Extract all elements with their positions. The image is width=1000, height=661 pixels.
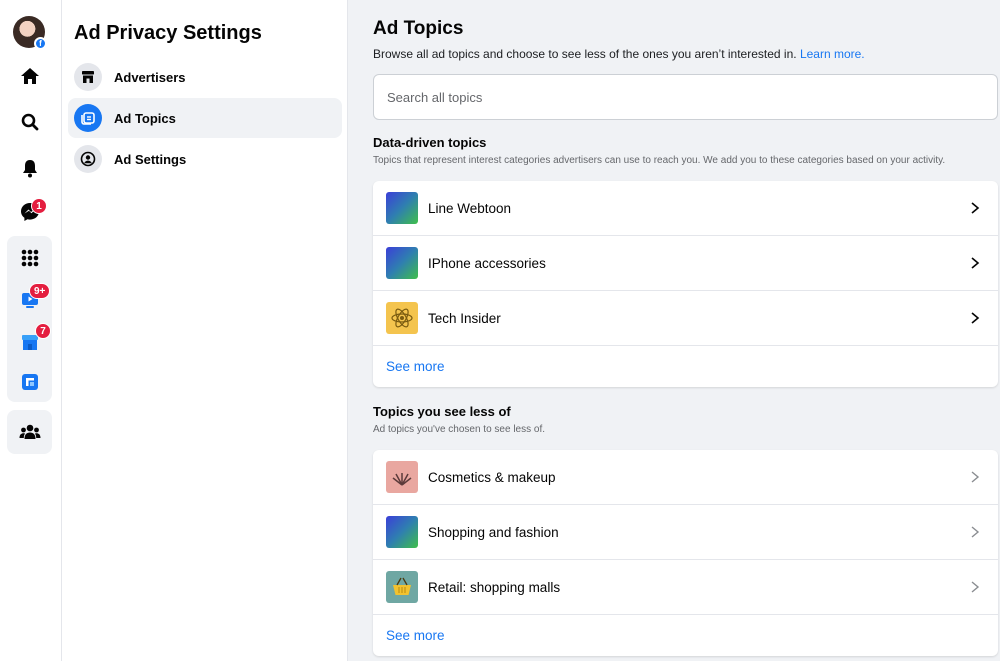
section-title-data-driven: Data-driven topics: [373, 135, 487, 150]
topic-thumbnail: [386, 192, 418, 224]
topic-row-iphone-accessories[interactable]: IPhone accessories: [373, 236, 998, 291]
groups-button[interactable]: [8, 412, 52, 452]
search-icon: [21, 113, 39, 131]
intro-text: Browse all ad topics and choose to see l…: [373, 47, 865, 61]
chevron-right-icon: [971, 581, 980, 593]
atom-icon: [386, 302, 418, 334]
facebook-logo-icon: f: [34, 37, 47, 50]
chevron-right-icon: [971, 202, 980, 214]
shopping-basket-icon: [386, 571, 418, 603]
makeup-brush-icon: [386, 461, 418, 493]
chevron-right-icon: [971, 257, 980, 269]
messenger-badge: 1: [31, 198, 47, 214]
topic-label: IPhone accessories: [428, 255, 546, 271]
nav-item-ad-topics[interactable]: Ad Topics: [68, 98, 342, 138]
chevron-right-icon: [971, 526, 980, 538]
storefront-icon: [74, 63, 102, 91]
groups-icon: [19, 424, 41, 439]
topic-label: Cosmetics & makeup: [428, 469, 556, 485]
search-topics-input[interactable]: [373, 74, 998, 120]
section-title-see-less: Topics you see less of: [373, 404, 511, 419]
feeds-button[interactable]: [8, 362, 52, 402]
feeds-icon: [22, 374, 38, 390]
nav-label: Advertisers: [114, 69, 186, 85]
topic-label: Tech Insider: [428, 310, 501, 326]
topic-row-shopping-fashion[interactable]: Shopping and fashion: [373, 505, 998, 560]
topic-thumbnail: [386, 516, 418, 548]
search-button[interactable]: [8, 102, 52, 142]
see-less-topics-card: Cosmetics & makeup Shopping and fashion …: [373, 450, 998, 656]
topic-thumbnail: [386, 247, 418, 279]
nav-label: Ad Settings: [114, 151, 187, 167]
topic-label: Retail: shopping malls: [428, 579, 561, 595]
user-circle-icon: [74, 145, 102, 173]
main-content: Ad Topics Browse all ad topics and choos…: [348, 0, 1000, 661]
topic-row-retail-shopping-malls[interactable]: Retail: shopping malls: [373, 560, 998, 615]
notifications-button[interactable]: [8, 148, 52, 188]
bell-icon: [23, 160, 37, 178]
learn-more-link[interactable]: Learn more.: [800, 47, 865, 61]
topic-label: Line Webtoon: [428, 200, 512, 216]
topic-row-line-webtoon[interactable]: Line Webtoon: [373, 181, 998, 236]
section-desc-see-less: Ad topics you've chosen to see less of.: [373, 424, 546, 435]
topic-row-cosmetics-makeup[interactable]: Cosmetics & makeup: [373, 450, 998, 505]
see-more-see-less-link[interactable]: See more: [373, 615, 998, 656]
nav-label: Ad Topics: [114, 110, 176, 126]
see-more-data-driven-link[interactable]: See more: [373, 346, 998, 387]
left-rail: f 1 9+ 7: [0, 0, 62, 661]
marketplace-badge: 7: [35, 323, 51, 339]
ad-topics-icon: [74, 104, 102, 132]
watch-badge: 9+: [29, 283, 51, 299]
messenger-button[interactable]: [8, 192, 52, 232]
intro-description: Browse all ad topics and choose to see l…: [373, 47, 797, 61]
nav-item-ad-settings[interactable]: Ad Settings: [68, 139, 342, 179]
nav-item-advertisers[interactable]: Advertisers: [68, 57, 342, 97]
data-driven-topics-card: Line Webtoon IPhone accessories Tech Ins…: [373, 181, 998, 387]
grid-menu-icon: [21, 249, 39, 267]
topic-row-tech-insider[interactable]: Tech Insider: [373, 291, 998, 346]
section-desc-data-driven: Topics that represent interest categorie…: [373, 155, 946, 166]
ad-privacy-panel: Ad Privacy Settings Advertisers Ad Topic…: [62, 0, 348, 661]
home-icon: [21, 68, 39, 84]
menu-button[interactable]: [8, 238, 52, 278]
panel-title: Ad Privacy Settings: [74, 22, 262, 44]
topic-label: Shopping and fashion: [428, 524, 559, 540]
chevron-right-icon: [971, 471, 980, 483]
home-button[interactable]: [8, 56, 52, 96]
chevron-right-icon: [971, 312, 980, 324]
page-title: Ad Topics: [373, 18, 464, 39]
